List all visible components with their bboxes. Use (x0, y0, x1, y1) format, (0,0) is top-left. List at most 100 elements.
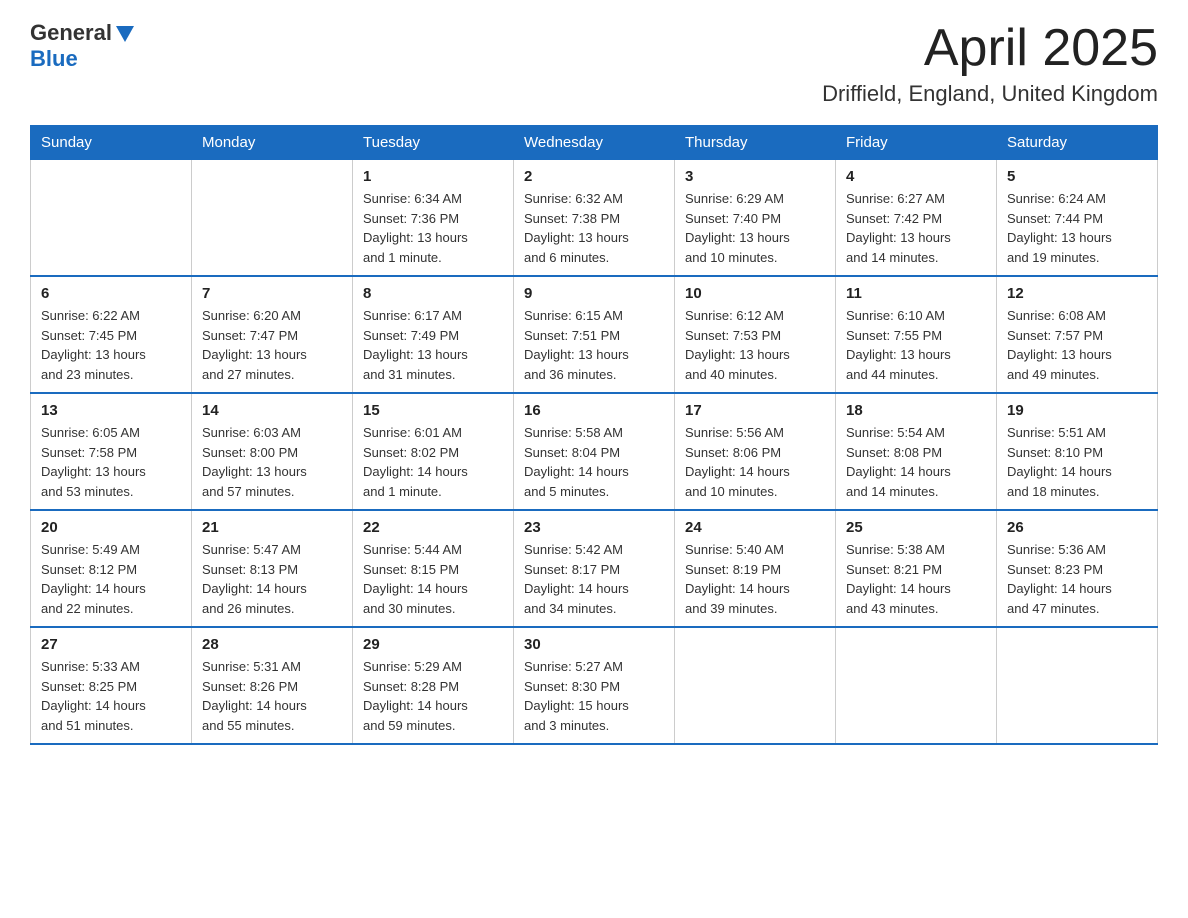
day-info: Sunrise: 6:03 AM Sunset: 8:00 PM Dayligh… (202, 423, 342, 501)
day-cell: 4 Sunrise: 6:27 AM Sunset: 7:42 PM Daylig… (836, 160, 997, 277)
day-number: 18 (846, 402, 986, 419)
day-info: Sunrise: 5:54 AM Sunset: 8:08 PM Dayligh… (846, 423, 986, 501)
day-info: Sunrise: 5:38 AM Sunset: 8:21 PM Dayligh… (846, 540, 986, 618)
logo: General Blue (30, 20, 136, 72)
day-info: Sunrise: 6:27 AM Sunset: 7:42 PM Dayligh… (846, 189, 986, 267)
day-cell: 16Sunrise: 5:58 AM Sunset: 8:04 PM Dayli… (514, 393, 675, 510)
day-info: Sunrise: 5:56 AM Sunset: 8:06 PM Dayligh… (685, 423, 825, 501)
page-title: April 2025 (822, 20, 1158, 77)
day-cell: 25 Sunrise: 5:38 AM Sunset: 8:21 PM Dayli… (836, 510, 997, 627)
day-cell: 14 Sunrise: 6:03 AM Sunset: 8:00 PM Dayli… (192, 393, 353, 510)
day-number: 8 (363, 285, 503, 302)
day-info: Sunrise: 6:22 AM Sunset: 7:45 PM Dayligh… (41, 306, 181, 384)
day-cell: 11 Sunrise: 6:10 AM Sunset: 7:55 PM Dayli… (836, 276, 997, 393)
day-number: 14 (202, 402, 342, 419)
calendar-table: SundayMondayTuesdayWednesdayThursdayFrid… (30, 125, 1158, 745)
header-day-thursday: Thursday (675, 126, 836, 160)
day-number: 20 (41, 519, 181, 536)
day-cell: 9 Sunrise: 6:15 AM Sunset: 7:51 PM Daylig… (514, 276, 675, 393)
day-number: 25 (846, 519, 986, 536)
day-cell: 21 Sunrise: 5:47 AM Sunset: 8:13 PM Dayli… (192, 510, 353, 627)
day-cell: 13 Sunrise: 6:05 AM Sunset: 7:58 PM Dayli… (31, 393, 192, 510)
day-number: 5 (1007, 168, 1147, 185)
day-info: Sunrise: 5:31 AM Sunset: 8:26 PM Dayligh… (202, 657, 342, 735)
day-cell (836, 627, 997, 744)
title-block: April 2025 Driffield, England, United Ki… (822, 20, 1158, 107)
page-header: General Blue April 2025 Driffield, Engla… (30, 20, 1158, 107)
header-day-monday: Monday (192, 126, 353, 160)
header-day-friday: Friday (836, 126, 997, 160)
day-cell (675, 627, 836, 744)
day-cell: 20 Sunrise: 5:49 AM Sunset: 8:12 PM Dayli… (31, 510, 192, 627)
day-number: 17 (685, 402, 825, 419)
day-cell: 7 Sunrise: 6:20 AM Sunset: 7:47 PM Daylig… (192, 276, 353, 393)
day-info: Sunrise: 5:36 AM Sunset: 8:23 PM Dayligh… (1007, 540, 1147, 618)
day-cell: 3Sunrise: 6:29 AM Sunset: 7:40 PM Daylig… (675, 160, 836, 277)
day-cell (31, 160, 192, 277)
logo-general-text: General (30, 20, 112, 46)
header-day-sunday: Sunday (31, 126, 192, 160)
day-number: 27 (41, 636, 181, 653)
day-cell: 19 Sunrise: 5:51 AM Sunset: 8:10 PM Dayli… (997, 393, 1158, 510)
day-cell: 2 Sunrise: 6:32 AM Sunset: 7:38 PM Daylig… (514, 160, 675, 277)
day-number: 7 (202, 285, 342, 302)
day-info: Sunrise: 6:20 AM Sunset: 7:47 PM Dayligh… (202, 306, 342, 384)
day-cell: 26 Sunrise: 5:36 AM Sunset: 8:23 PM Dayli… (997, 510, 1158, 627)
logo-blue-text: Blue (30, 46, 78, 72)
day-cell: 15 Sunrise: 6:01 AM Sunset: 8:02 PM Dayli… (353, 393, 514, 510)
day-number: 12 (1007, 285, 1147, 302)
day-cell (997, 627, 1158, 744)
day-info: Sunrise: 6:15 AM Sunset: 7:51 PM Dayligh… (524, 306, 664, 384)
day-cell (192, 160, 353, 277)
day-info: Sunrise: 5:40 AM Sunset: 8:19 PM Dayligh… (685, 540, 825, 618)
week-row-1: 1 Sunrise: 6:34 AM Sunset: 7:36 PM Daylig… (31, 160, 1158, 277)
page-subtitle: Driffield, England, United Kingdom (822, 81, 1158, 107)
day-number: 4 (846, 168, 986, 185)
day-info: Sunrise: 5:29 AM Sunset: 8:28 PM Dayligh… (363, 657, 503, 735)
day-number: 11 (846, 285, 986, 302)
day-cell: 23Sunrise: 5:42 AM Sunset: 8:17 PM Dayli… (514, 510, 675, 627)
day-number: 30 (524, 636, 664, 653)
day-number: 6 (41, 285, 181, 302)
day-info: Sunrise: 5:42 AM Sunset: 8:17 PM Dayligh… (524, 540, 664, 618)
day-info: Sunrise: 5:51 AM Sunset: 8:10 PM Dayligh… (1007, 423, 1147, 501)
day-cell: 6 Sunrise: 6:22 AM Sunset: 7:45 PM Daylig… (31, 276, 192, 393)
day-info: Sunrise: 6:17 AM Sunset: 7:49 PM Dayligh… (363, 306, 503, 384)
day-info: Sunrise: 5:44 AM Sunset: 8:15 PM Dayligh… (363, 540, 503, 618)
day-number: 1 (363, 168, 503, 185)
day-info: Sunrise: 5:49 AM Sunset: 8:12 PM Dayligh… (41, 540, 181, 618)
day-cell: 10Sunrise: 6:12 AM Sunset: 7:53 PM Dayli… (675, 276, 836, 393)
day-info: Sunrise: 6:01 AM Sunset: 8:02 PM Dayligh… (363, 423, 503, 501)
day-cell: 30 Sunrise: 5:27 AM Sunset: 8:30 PM Dayli… (514, 627, 675, 744)
day-cell: 12 Sunrise: 6:08 AM Sunset: 7:57 PM Dayli… (997, 276, 1158, 393)
header-day-wednesday: Wednesday (514, 126, 675, 160)
day-number: 15 (363, 402, 503, 419)
day-info: Sunrise: 6:24 AM Sunset: 7:44 PM Dayligh… (1007, 189, 1147, 267)
week-row-4: 20 Sunrise: 5:49 AM Sunset: 8:12 PM Dayli… (31, 510, 1158, 627)
day-number: 19 (1007, 402, 1147, 419)
day-info: Sunrise: 6:34 AM Sunset: 7:36 PM Dayligh… (363, 189, 503, 267)
day-number: 26 (1007, 519, 1147, 536)
day-info: Sunrise: 5:27 AM Sunset: 8:30 PM Dayligh… (524, 657, 664, 735)
day-number: 21 (202, 519, 342, 536)
day-number: 2 (524, 168, 664, 185)
day-cell: 27Sunrise: 5:33 AM Sunset: 8:25 PM Dayli… (31, 627, 192, 744)
day-cell: 8 Sunrise: 6:17 AM Sunset: 7:49 PM Daylig… (353, 276, 514, 393)
day-info: Sunrise: 5:58 AM Sunset: 8:04 PM Dayligh… (524, 423, 664, 501)
header-day-saturday: Saturday (997, 126, 1158, 160)
week-row-3: 13 Sunrise: 6:05 AM Sunset: 7:58 PM Dayli… (31, 393, 1158, 510)
calendar-header-row: SundayMondayTuesdayWednesdayThursdayFrid… (31, 126, 1158, 160)
day-info: Sunrise: 6:32 AM Sunset: 7:38 PM Dayligh… (524, 189, 664, 267)
day-info: Sunrise: 6:05 AM Sunset: 7:58 PM Dayligh… (41, 423, 181, 501)
day-info: Sunrise: 5:47 AM Sunset: 8:13 PM Dayligh… (202, 540, 342, 618)
day-number: 10 (685, 285, 825, 302)
day-number: 22 (363, 519, 503, 536)
day-cell: 18 Sunrise: 5:54 AM Sunset: 8:08 PM Dayli… (836, 393, 997, 510)
day-info: Sunrise: 6:08 AM Sunset: 7:57 PM Dayligh… (1007, 306, 1147, 384)
day-number: 29 (363, 636, 503, 653)
day-info: Sunrise: 6:29 AM Sunset: 7:40 PM Dayligh… (685, 189, 825, 267)
day-number: 9 (524, 285, 664, 302)
week-row-2: 6 Sunrise: 6:22 AM Sunset: 7:45 PM Daylig… (31, 276, 1158, 393)
day-info: Sunrise: 6:10 AM Sunset: 7:55 PM Dayligh… (846, 306, 986, 384)
day-number: 13 (41, 402, 181, 419)
